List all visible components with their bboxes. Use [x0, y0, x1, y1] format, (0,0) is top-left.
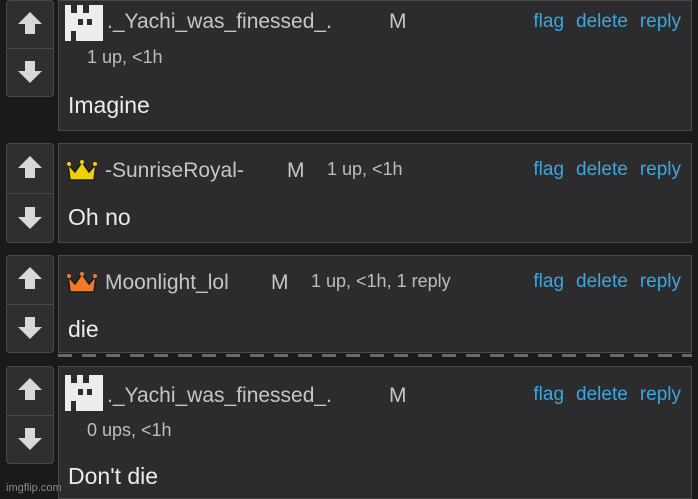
comment-actions: flag delete reply — [533, 11, 681, 33]
upvote-arrow-icon[interactable] — [7, 147, 53, 187]
comment-content: ._Yachi_was_finessed_. M 0 ups, <1h flag… — [58, 366, 692, 499]
comment-actions: flag delete reply — [533, 159, 681, 181]
comment-content: -SunriseRoyal- M 1 up, <1h flag delete r… — [58, 143, 692, 243]
upvote-arrow-icon[interactable] — [7, 258, 53, 298]
comment-actions: flag delete reply — [533, 271, 681, 293]
downvote-arrow-icon[interactable] — [7, 198, 53, 238]
comment-body: Oh no — [68, 204, 131, 230]
comment-content: ._Yachi_was_finessed_. M 1 up, <1h flag … — [58, 0, 692, 131]
comment-meta: 1 up, <1h, 1 reply — [311, 271, 451, 291]
mod-tag: M — [271, 271, 289, 294]
reply-link[interactable]: reply — [640, 159, 681, 181]
flag-link[interactable]: flag — [533, 11, 564, 33]
vote-box — [6, 366, 54, 464]
comment-meta: 0 ups, <1h — [87, 420, 172, 440]
delete-link[interactable]: delete — [576, 159, 628, 181]
pixel-castle-icon[interactable] — [65, 5, 103, 46]
comment-content: Moonlight_lol M 1 up, <1h, 1 reply flag … — [58, 255, 692, 353]
pixel-castle-icon[interactable] — [65, 375, 103, 416]
comment-body: die — [68, 316, 99, 342]
reply-link[interactable]: reply — [640, 384, 681, 406]
vote-divider — [7, 48, 53, 49]
vote-divider — [7, 415, 53, 416]
delete-link[interactable]: delete — [576, 384, 628, 406]
upvote-arrow-icon[interactable] — [7, 3, 53, 43]
comment: ._Yachi_was_finessed_. M 1 up, <1h flag … — [6, 0, 692, 131]
flag-link[interactable]: flag — [533, 159, 564, 181]
username[interactable]: Moonlight_lol — [105, 271, 229, 295]
reply-link[interactable]: reply — [640, 271, 681, 293]
comment-meta: 1 up, <1h — [327, 159, 403, 179]
comment-actions: flag delete reply — [533, 384, 681, 406]
username[interactable]: ._Yachi_was_finessed_. — [107, 384, 332, 408]
username[interactable]: ._Yachi_was_finessed_. — [107, 10, 332, 34]
downvote-arrow-icon[interactable] — [7, 52, 53, 92]
vote-divider — [7, 193, 53, 194]
username[interactable]: -SunriseRoyal- — [105, 159, 244, 183]
comment: ._Yachi_was_finessed_. M 0 ups, <1h flag… — [6, 366, 692, 499]
vote-divider — [7, 304, 53, 305]
vote-box — [6, 255, 54, 353]
vote-box — [6, 0, 54, 97]
comment-body: Imagine — [68, 92, 150, 118]
comment: Moonlight_lol M 1 up, <1h, 1 reply flag … — [6, 255, 692, 353]
upvote-arrow-icon[interactable] — [7, 369, 53, 409]
flag-link[interactable]: flag — [533, 271, 564, 293]
vote-box — [6, 143, 54, 243]
delete-link[interactable]: delete — [576, 11, 628, 33]
downvote-arrow-icon[interactable] — [7, 419, 53, 459]
flag-link[interactable]: flag — [533, 384, 564, 406]
reply-thread-divider — [58, 354, 692, 357]
delete-link[interactable]: delete — [576, 271, 628, 293]
comment-body: Don't die — [68, 463, 159, 489]
yellow-crown-icon[interactable] — [66, 160, 98, 187]
orange-crown-icon[interactable] — [66, 272, 98, 299]
downvote-arrow-icon[interactable] — [7, 308, 53, 348]
mod-tag: M — [389, 384, 407, 407]
mod-tag: M — [389, 10, 407, 33]
comment: -SunriseRoyal- M 1 up, <1h flag delete r… — [6, 143, 692, 243]
mod-tag: M — [287, 159, 305, 182]
comment-meta: 1 up, <1h — [87, 47, 163, 67]
reply-link[interactable]: reply — [640, 11, 681, 33]
imgflip-watermark: imgflip.com — [6, 482, 62, 494]
